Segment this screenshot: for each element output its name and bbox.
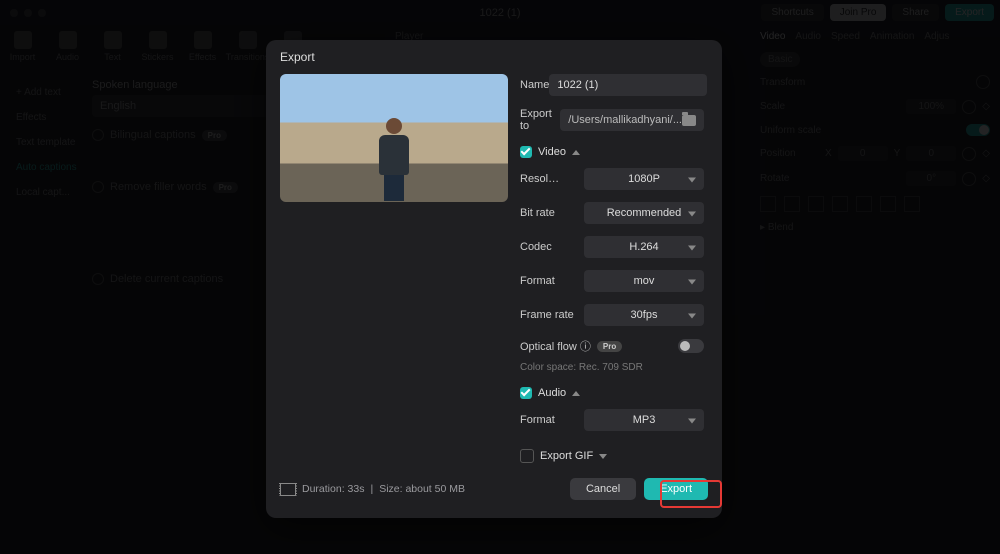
- video-checkbox[interactable]: [520, 146, 532, 158]
- cancel-button[interactable]: Cancel: [570, 478, 636, 500]
- pro-badge: Pro: [597, 341, 622, 352]
- gif-checkbox[interactable]: [520, 449, 534, 463]
- audio-format-select[interactable]: MP3: [584, 409, 704, 431]
- framerate-select[interactable]: 30fps: [584, 304, 704, 326]
- audio-section-header[interactable]: Audio: [520, 387, 704, 399]
- export-name-input[interactable]: [549, 74, 707, 96]
- codec-select[interactable]: H.264: [584, 236, 704, 258]
- bitrate-label: Bit rate: [520, 207, 584, 219]
- codec-label: Codec: [520, 241, 584, 253]
- chevron-down-icon: [599, 454, 607, 459]
- optical-flow-label: Optical flow ⓘ: [520, 338, 591, 354]
- optical-flow-toggle[interactable]: [678, 339, 704, 353]
- video-section-header[interactable]: Video: [520, 146, 704, 158]
- bitrate-select[interactable]: Recommended: [584, 202, 704, 224]
- resolution-label: Resol…: [520, 173, 584, 185]
- chevron-up-icon: [572, 150, 580, 155]
- colorspace-hint: Color space: Rec. 709 SDR: [520, 362, 704, 373]
- gif-section-header[interactable]: Export GIF: [520, 449, 704, 463]
- export-path-field[interactable]: /Users/mallikadhyani/...: [560, 109, 704, 131]
- folder-icon[interactable]: [682, 115, 696, 126]
- film-icon: [280, 483, 296, 496]
- exportto-label: Export to: [520, 108, 560, 132]
- chevron-up-icon: [572, 391, 580, 396]
- video-format-select[interactable]: mov: [584, 270, 704, 292]
- export-preview-thumbnail: [280, 74, 508, 202]
- export-meta: Duration: 33s | Size: about 50 MB: [280, 483, 465, 496]
- name-label: Name: [520, 79, 549, 91]
- export-dialog: Export Name Export to /Users/mallikadhya…: [266, 40, 722, 518]
- export-path-text: /Users/mallikadhyani/...: [568, 114, 682, 126]
- aformat-label: Format: [520, 414, 584, 426]
- resolution-select[interactable]: 1080P: [584, 168, 704, 190]
- framerate-label: Frame rate: [520, 309, 584, 321]
- audio-checkbox[interactable]: [520, 387, 532, 399]
- export-button[interactable]: Export: [644, 478, 708, 500]
- vformat-label: Format: [520, 275, 584, 287]
- export-dialog-title: Export: [266, 40, 722, 74]
